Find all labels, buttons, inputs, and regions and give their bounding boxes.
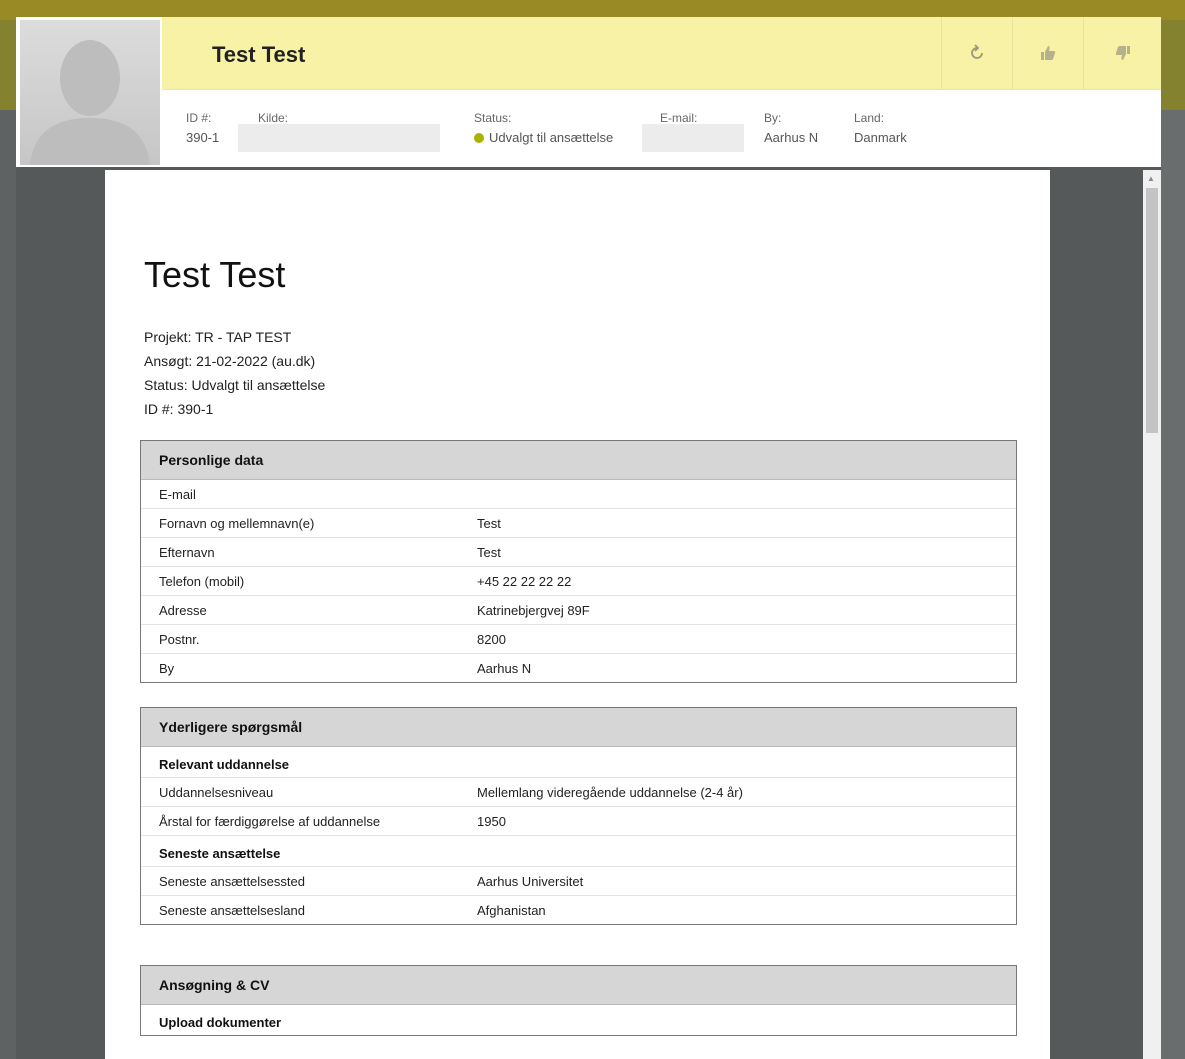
header-title-bar: Test Test bbox=[162, 17, 1161, 90]
table-row: Seneste ansættelsesland Afghanistan bbox=[159, 903, 546, 918]
background-right-strip bbox=[1161, 20, 1185, 110]
section-heading: Personlige data bbox=[141, 441, 1016, 480]
country-value: Danmark bbox=[854, 130, 907, 145]
refresh-button[interactable] bbox=[941, 17, 1012, 89]
id-field: ID #: 390-1 bbox=[186, 111, 219, 145]
table-row: Postnr. 8200 bbox=[141, 625, 1016, 654]
refresh-icon bbox=[971, 44, 983, 59]
city-value: Aarhus N bbox=[764, 130, 819, 145]
country-label: Land: bbox=[854, 111, 885, 125]
table-row: Efternavn Test bbox=[141, 538, 1016, 567]
section-heading: Yderligere spørgsmål bbox=[141, 708, 1016, 747]
table-row: Fornavn og mellemnavn(e) Test bbox=[141, 509, 1016, 538]
city-field: By: Aarhus N bbox=[764, 111, 818, 145]
table-row: Telefon (mobil) +45 22 22 22 22 bbox=[141, 567, 1016, 596]
candidate-name: Test Test bbox=[212, 42, 306, 67]
status-value: Udvalgt til ansættelse bbox=[474, 130, 613, 145]
id-value: 390-1 bbox=[186, 130, 220, 145]
document-meta: Projekt: TR - TAP TEST Ansøgt: 21-02-202… bbox=[144, 325, 325, 421]
meta-project: Projekt: TR - TAP TEST bbox=[144, 329, 292, 345]
table-row: By Aarhus N bbox=[159, 661, 532, 676]
candidate-header: Test Test ID #: 390-1 Kilde: Status: Udv… bbox=[16, 17, 1161, 167]
thumbs-up-icon bbox=[1041, 46, 1056, 60]
application-cv-section: Ansøgning & CV Upload dokumenter bbox=[140, 965, 1017, 1036]
avatar bbox=[20, 20, 160, 165]
email-label: E-mail: bbox=[660, 111, 698, 125]
background-right-gray bbox=[1161, 110, 1185, 1059]
city-label: By: bbox=[764, 111, 782, 125]
status-field: Status: Udvalgt til ansættelse bbox=[474, 111, 613, 145]
table-row: Årstal for færdiggørelse af uddannelse 19… bbox=[141, 807, 1016, 836]
table-row: Adresse Katrinebjergvej 89F bbox=[141, 596, 1016, 625]
subsection-heading: Seneste ansættelse bbox=[141, 836, 1016, 867]
status-label: Status: bbox=[474, 111, 512, 125]
source-redacted bbox=[238, 124, 440, 152]
document-title: Test Test bbox=[144, 254, 286, 295]
person-silhouette-icon bbox=[20, 20, 160, 165]
source-field: Kilde: bbox=[258, 111, 288, 125]
meta-status: Status: Udvalgt til ansættelse bbox=[144, 377, 326, 393]
subsection-heading: Upload dokumenter bbox=[159, 1015, 282, 1030]
thumbs-down-icon bbox=[1115, 46, 1130, 60]
table-row: Seneste ansættelsessted Aarhus Universite… bbox=[141, 867, 1016, 896]
scroll-up-icon[interactable]: ▲ bbox=[1147, 174, 1155, 183]
document-scrollbar[interactable]: ▲ bbox=[1143, 170, 1161, 1059]
additional-questions-section: Yderligere spørgsmål Relevant uddannelse… bbox=[140, 707, 1017, 925]
section-heading: Ansøgning & CV bbox=[141, 966, 1016, 1005]
email-redacted bbox=[642, 124, 744, 152]
reject-button[interactable] bbox=[1083, 17, 1162, 89]
background-left-strip bbox=[0, 20, 16, 110]
table-row: Uddannelsesniveau Mellemlang videregående… bbox=[141, 778, 1016, 807]
email-field: E-mail: bbox=[660, 111, 697, 125]
candidate-modal: Test Test ID #: 390-1 Kilde: Status: Udv… bbox=[16, 17, 1161, 1059]
country-field: Land: Danmark bbox=[854, 111, 907, 145]
source-label: Kilde: bbox=[258, 111, 289, 125]
status-dot-icon bbox=[474, 133, 484, 143]
personal-data-section: Personlige data E-mail Fornavn og mellem… bbox=[140, 440, 1017, 683]
scrollbar-thumb[interactable] bbox=[1146, 188, 1158, 433]
meta-applied: Ansøgt: 21-02-2022 (au.dk) bbox=[144, 353, 316, 369]
id-label: ID #: bbox=[186, 111, 212, 125]
table-row: E-mail bbox=[141, 480, 1016, 509]
application-document: Test Test Projekt: TR - TAP TEST Ansøgt:… bbox=[105, 170, 1050, 1059]
subsection-heading: Relevant uddannelse bbox=[141, 747, 1016, 778]
approve-button[interactable] bbox=[1012, 17, 1083, 89]
meta-id: ID #: 390-1 bbox=[144, 401, 214, 417]
